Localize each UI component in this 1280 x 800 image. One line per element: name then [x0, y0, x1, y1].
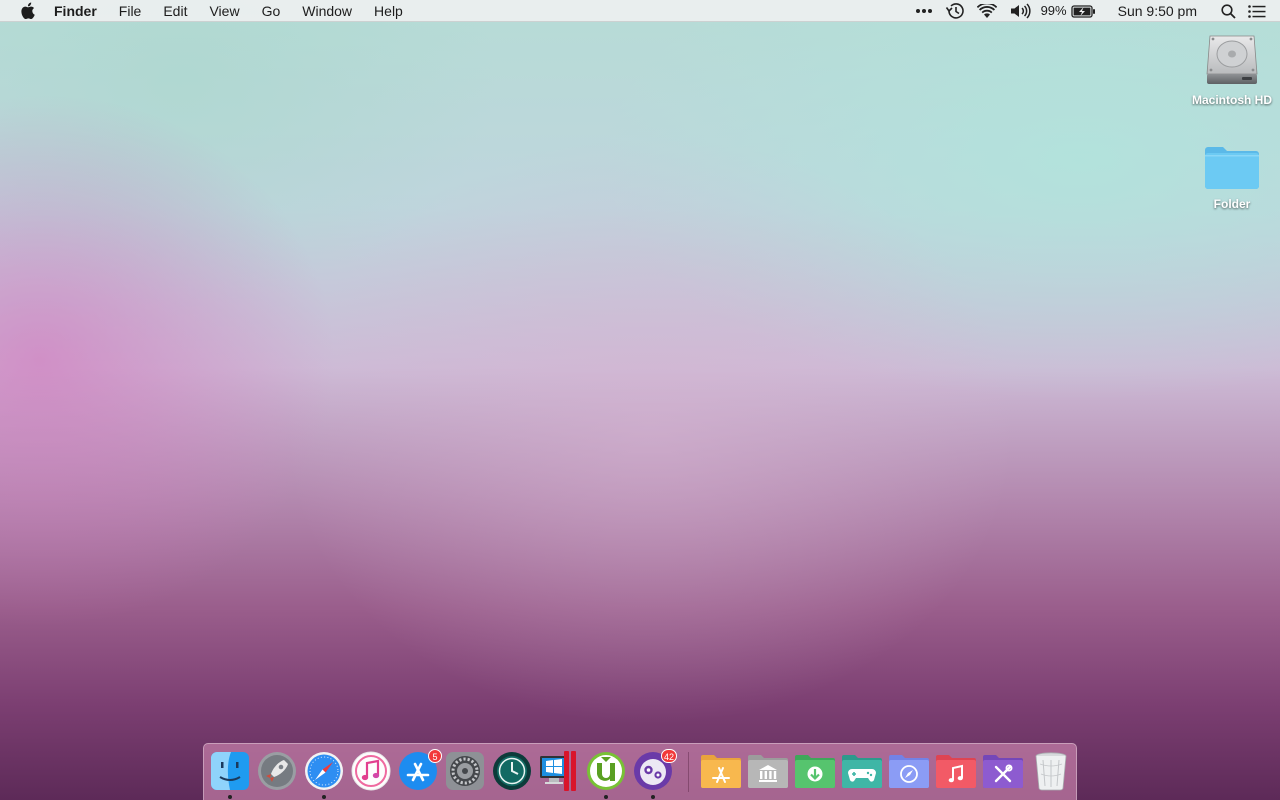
- dock-stack-safari[interactable]: [888, 753, 930, 789]
- desktop-icon-folder[interactable]: Folder: [1187, 142, 1277, 212]
- finder-icon: [211, 752, 249, 790]
- parallels-icon: [540, 751, 576, 791]
- dock-tweetbot[interactable]: 42: [632, 749, 677, 799]
- time-machine-icon: [493, 752, 531, 790]
- menu-go[interactable]: Go: [251, 0, 292, 22]
- desktop-icon-macintosh-hd[interactable]: Macintosh HD: [1187, 30, 1277, 108]
- dock-stack-utilities[interactable]: [982, 753, 1024, 789]
- apple-menu-icon[interactable]: [18, 2, 36, 20]
- safari-folder-icon: [889, 755, 929, 788]
- applications-folder-icon: [701, 755, 741, 788]
- dock-utorrent[interactable]: [585, 750, 627, 799]
- dock-separator: [688, 752, 689, 792]
- dock-safari[interactable]: [303, 750, 345, 799]
- menu-file[interactable]: File: [108, 0, 153, 22]
- launchpad-icon: [258, 752, 296, 790]
- dock-itunes[interactable]: [350, 750, 392, 792]
- menu-bar: Finder File Edit View Go Window Help 99%…: [0, 0, 1280, 22]
- notification-center-icon[interactable]: [1248, 0, 1266, 22]
- menu-window[interactable]: Window: [291, 0, 363, 22]
- downloads-folder-icon: [795, 755, 835, 788]
- dock-time-machine[interactable]: [491, 750, 533, 792]
- dock-stack-library[interactable]: [747, 753, 789, 789]
- dock-app-store[interactable]: 5: [397, 749, 442, 792]
- games-folder-icon: [842, 755, 882, 788]
- safari-icon: [305, 752, 343, 790]
- time-machine-icon[interactable]: [945, 0, 965, 22]
- battery-percent: 99%: [1040, 3, 1067, 18]
- notification-badge: 5: [428, 749, 442, 763]
- menu-help[interactable]: Help: [363, 0, 414, 22]
- more-icon[interactable]: [915, 0, 933, 22]
- dock-parallels-desktop[interactable]: [538, 750, 580, 792]
- utilities-folder-icon: [983, 755, 1023, 788]
- dock-stack-games[interactable]: [841, 753, 883, 789]
- dock-stack-music[interactable]: [935, 753, 977, 789]
- volume-icon[interactable]: [1009, 0, 1031, 22]
- dock-trash[interactable]: [1030, 750, 1072, 792]
- battery-charging-icon[interactable]: [1070, 0, 1096, 22]
- gear-icon: [446, 752, 484, 790]
- folder-icon: [1205, 147, 1259, 189]
- notification-badge: 42: [660, 749, 677, 763]
- itunes-icon: [351, 751, 391, 791]
- running-indicator: [604, 795, 608, 799]
- dock: 5 42: [203, 743, 1077, 800]
- menu-app-finder[interactable]: Finder: [54, 0, 108, 22]
- running-indicator: [322, 795, 326, 799]
- library-folder-icon: [748, 755, 788, 788]
- wifi-icon[interactable]: [976, 0, 997, 22]
- utorrent-icon: [587, 752, 625, 790]
- dock-stack-applications[interactable]: [700, 753, 742, 789]
- running-indicator: [651, 795, 655, 799]
- dock-stack-downloads[interactable]: [794, 753, 836, 789]
- menu-edit[interactable]: Edit: [152, 0, 198, 22]
- spotlight-icon[interactable]: [1221, 0, 1236, 22]
- music-folder-icon: [936, 755, 976, 788]
- dock-launchpad[interactable]: [256, 750, 298, 792]
- menu-view[interactable]: View: [198, 0, 250, 22]
- dock-system-preferences[interactable]: [444, 750, 486, 792]
- running-indicator: [228, 795, 232, 799]
- menubar-clock[interactable]: Sun 9:50 pm: [1118, 0, 1197, 22]
- desktop-icon-label: Macintosh HD: [1191, 93, 1272, 107]
- hard-drive-icon: [1206, 35, 1258, 84]
- trash-icon: [1035, 752, 1067, 791]
- dock-finder[interactable]: [209, 750, 251, 799]
- desktop-icon-label: Folder: [1213, 197, 1251, 211]
